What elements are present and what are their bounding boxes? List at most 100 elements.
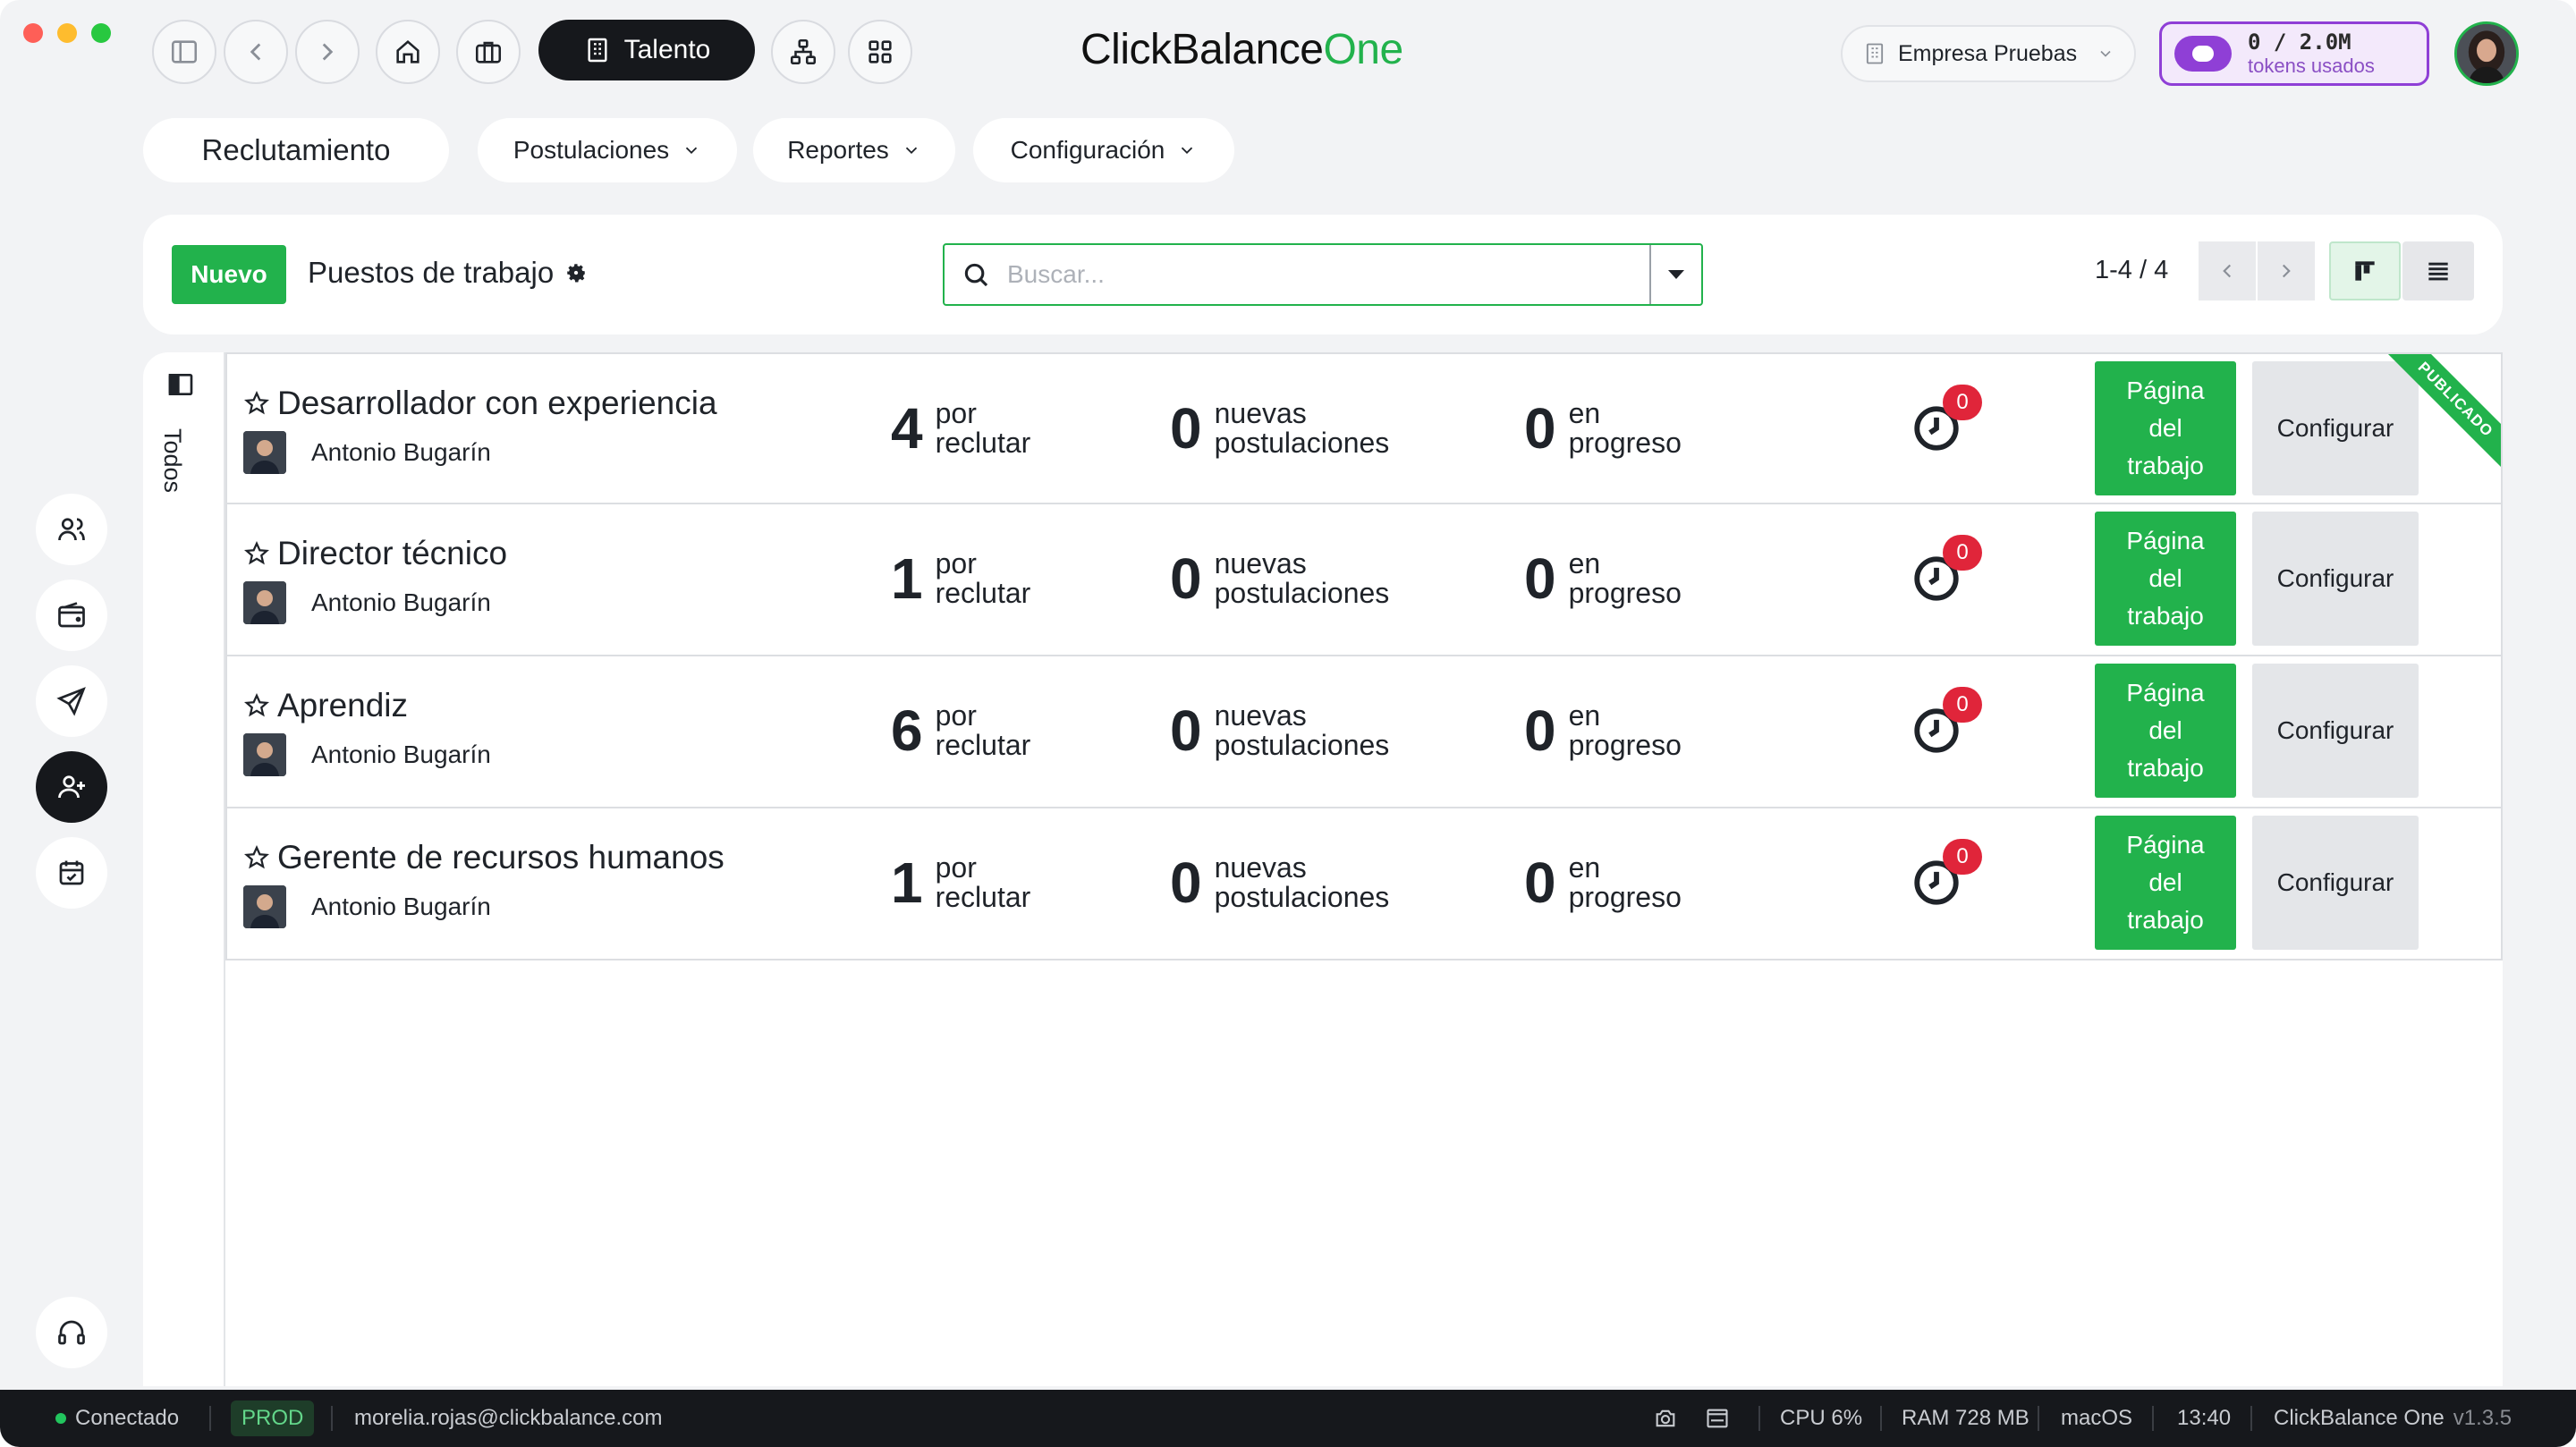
screenshot-button[interactable] xyxy=(1653,1390,1678,1447)
stat-new-applications[interactable]: 0 nuevas postulaciones xyxy=(1170,399,1389,458)
wallet-icon xyxy=(58,602,85,628)
list-view-button[interactable] xyxy=(2402,241,2474,300)
chevron-right-icon xyxy=(2282,264,2291,278)
rail-employees-button[interactable] xyxy=(36,494,107,565)
tab-talento-label: Talento xyxy=(623,35,711,64)
menu-postulaciones[interactable]: Postulaciones xyxy=(478,118,737,182)
tab-talento[interactable]: Talento xyxy=(538,20,755,80)
job-card[interactable]: Director técnico Antonio Bugarín 1 por re… xyxy=(225,504,2503,656)
job-page-button-line-2: del xyxy=(2148,564,2182,592)
star-icon[interactable] xyxy=(243,540,270,567)
stat-in-progress[interactable]: 0 en progreso xyxy=(1524,701,1682,760)
rail-payroll-button[interactable] xyxy=(36,580,107,651)
stat-to-recruit-label-2: reclutar xyxy=(935,881,1031,913)
stat-new-applications[interactable]: 0 nuevas postulaciones xyxy=(1170,701,1389,760)
job-page-button[interactable]: Página del trabajo xyxy=(2095,816,2236,950)
menu-reportes[interactable]: Reportes xyxy=(753,118,955,182)
cpu-usage: CPU 6% xyxy=(1780,1390,1862,1447)
stat-in-progress-value: 0 xyxy=(1524,850,1556,915)
module-title-reclutamiento[interactable]: Reclutamiento xyxy=(143,118,449,182)
filter-all[interactable]: Todos xyxy=(158,428,186,493)
recruiter-avatar xyxy=(243,431,286,474)
job-card[interactable]: Aprendiz Antonio Bugarín 6 por reclutar 0… xyxy=(225,656,2503,808)
os-name-text: macOS xyxy=(2061,1406,2133,1430)
briefcase-button[interactable] xyxy=(456,20,521,84)
search-input[interactable] xyxy=(1007,260,1649,289)
stat-new-applications[interactable]: 0 nuevas postulaciones xyxy=(1170,549,1389,608)
configure-job-button[interactable]: Configurar xyxy=(2252,816,2419,950)
star-icon[interactable] xyxy=(243,844,270,871)
close-window-button[interactable] xyxy=(23,23,43,43)
star-icon[interactable] xyxy=(243,692,270,719)
stat-to-recruit-value: 4 xyxy=(891,396,923,461)
activity-count-badge: 0 xyxy=(1943,385,1982,420)
configure-job-button[interactable]: Configurar xyxy=(2252,361,2419,495)
configure-job-button[interactable]: Configurar xyxy=(2252,512,2419,646)
stat-new-applications-value: 0 xyxy=(1170,698,1202,763)
app-window: Talento ClickBalanceOne Empresa Pruebas … xyxy=(0,0,2576,1447)
stat-new-applications-value: 0 xyxy=(1170,850,1202,915)
menu-configuracion[interactable]: Configuración xyxy=(973,118,1234,182)
job-page-button[interactable]: Página del trabajo xyxy=(2095,512,2236,646)
rail-recruitment-button[interactable] xyxy=(36,751,107,823)
app-version-text: v1.3.5 xyxy=(2453,1406,2512,1430)
forward-button[interactable] xyxy=(295,20,360,84)
stat-in-progress[interactable]: 0 en progreso xyxy=(1524,399,1682,458)
rail-travel-button[interactable] xyxy=(36,665,107,737)
job-card[interactable]: Gerente de recursos humanos Antonio Buga… xyxy=(225,808,2503,960)
stat-new-applications[interactable]: 0 nuevas postulaciones xyxy=(1170,853,1389,912)
stat-in-progress[interactable]: 0 en progreso xyxy=(1524,549,1682,608)
search-options-toggle[interactable] xyxy=(1649,245,1701,304)
stat-to-recruit-value: 1 xyxy=(891,850,923,915)
company-selector[interactable]: Empresa Pruebas xyxy=(1841,25,2136,82)
calendar-check-icon xyxy=(59,860,84,885)
star-icon[interactable] xyxy=(243,390,270,417)
tokens-usage-widget[interactable]: 0 / 2.0M tokens usados xyxy=(2159,21,2429,86)
stat-new-applications-label-2: postulaciones xyxy=(1214,427,1390,459)
caret-down-icon xyxy=(1668,270,1684,279)
rail-calendar-button[interactable] xyxy=(36,837,107,909)
stat-in-progress-value: 0 xyxy=(1524,396,1556,461)
activity-button[interactable]: 0 xyxy=(1911,687,1982,757)
tokens-toggle[interactable] xyxy=(2174,36,2232,72)
activity-count-badge: 0 xyxy=(1943,687,1982,723)
window-mode-button[interactable] xyxy=(1705,1390,1730,1447)
apps-grid-icon xyxy=(869,40,892,63)
job-page-button[interactable]: Página del trabajo xyxy=(2095,361,2236,495)
kanban-view-button[interactable] xyxy=(2329,241,2401,300)
back-arrow-icon xyxy=(250,43,261,61)
activity-button[interactable]: 0 xyxy=(1911,839,1982,909)
user-avatar[interactable] xyxy=(2454,21,2519,86)
divider xyxy=(2038,1406,2039,1431)
job-card[interactable]: Desarrollador con experiencia Antonio Bu… xyxy=(225,352,2503,504)
sidebar-toggle-button[interactable] xyxy=(152,20,216,84)
configure-job-button[interactable]: Configurar xyxy=(2252,664,2419,798)
pager-next-button[interactable] xyxy=(2258,241,2315,300)
rail-support-button[interactable] xyxy=(36,1297,107,1368)
ram-usage-text: RAM 728 MB xyxy=(1902,1406,2029,1430)
job-title-text: Gerente de recursos humanos xyxy=(277,839,724,876)
org-chart-button[interactable] xyxy=(771,20,835,84)
recruiter: Antonio Bugarín xyxy=(243,733,491,776)
job-page-button[interactable]: Página del trabajo xyxy=(2095,664,2236,798)
apps-grid-button[interactable] xyxy=(848,20,912,84)
stat-in-progress[interactable]: 0 en progreso xyxy=(1524,853,1682,912)
stat-in-progress-label-1: en xyxy=(1568,699,1601,732)
activity-button[interactable]: 0 xyxy=(1911,535,1982,605)
home-icon xyxy=(396,39,419,63)
recruiter-avatar xyxy=(243,581,286,624)
search-bar xyxy=(943,243,1703,306)
minimize-window-button[interactable] xyxy=(57,23,77,43)
gear-icon[interactable] xyxy=(564,261,588,284)
stat-new-applications-label-1: nuevas xyxy=(1214,547,1307,580)
new-job-button[interactable]: Nuevo xyxy=(172,245,286,304)
panel-toggle-icon[interactable] xyxy=(166,370,195,399)
back-button[interactable] xyxy=(224,20,288,84)
connection-dot-icon xyxy=(55,1413,66,1424)
maximize-window-button[interactable] xyxy=(91,23,111,43)
page-title: Puestos de trabajo xyxy=(308,256,555,289)
recruiter-name: Antonio Bugarín xyxy=(311,588,491,616)
pager-previous-button[interactable] xyxy=(2199,241,2256,300)
activity-button[interactable]: 0 xyxy=(1911,385,1982,454)
home-button[interactable] xyxy=(376,20,440,84)
